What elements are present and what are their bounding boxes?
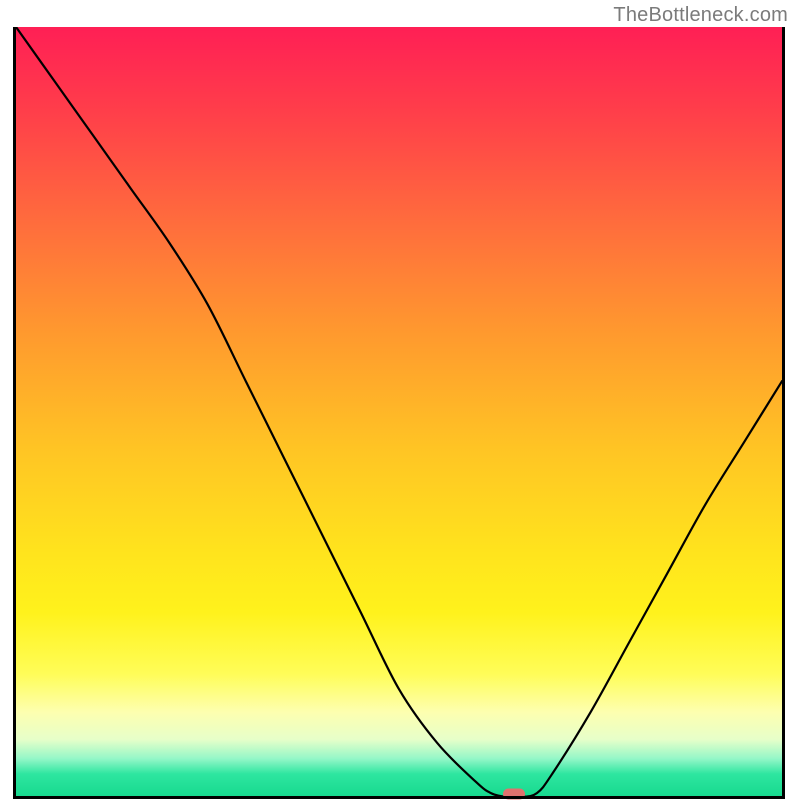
attribution-text: TheBottleneck.com [613, 4, 788, 27]
chart-frame: TheBottleneck.com [0, 0, 800, 800]
plot-border [13, 27, 785, 799]
